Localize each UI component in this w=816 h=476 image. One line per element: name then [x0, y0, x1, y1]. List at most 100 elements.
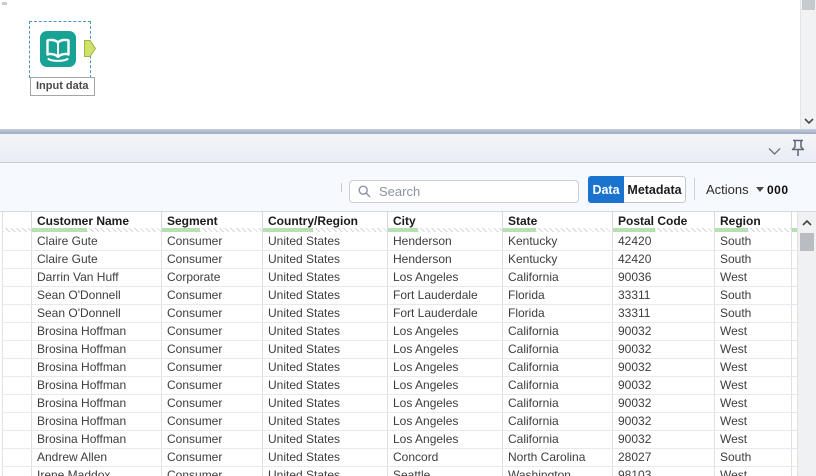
- cell[interactable]: [2, 304, 32, 323]
- cell[interactable]: 90032: [612, 322, 715, 341]
- cell[interactable]: United States: [262, 286, 388, 305]
- cell[interactable]: West: [714, 322, 792, 341]
- cell[interactable]: 90032: [612, 358, 715, 377]
- cell[interactable]: West: [714, 394, 792, 413]
- cell[interactable]: 90036: [612, 268, 715, 287]
- cell[interactable]: California: [502, 394, 613, 413]
- cell[interactable]: Brosina Hoffman: [31, 340, 162, 359]
- collapse-panel-button[interactable]: [768, 143, 782, 155]
- cell[interactable]: [2, 466, 32, 476]
- tool-annotation-label[interactable]: Input data: [30, 77, 95, 96]
- cell[interactable]: Henderson: [387, 250, 503, 269]
- column-header-city[interactable]: City: [387, 212, 503, 232]
- cell[interactable]: California: [502, 430, 613, 449]
- cell[interactable]: Sean O'Donnell: [31, 286, 162, 305]
- cell[interactable]: Fort Lauderdale: [387, 286, 503, 305]
- pin-panel-button[interactable]: [789, 138, 807, 159]
- cell[interactable]: 90032: [612, 394, 715, 413]
- cell[interactable]: United States: [262, 340, 388, 359]
- cell[interactable]: 98103: [612, 466, 715, 476]
- cell[interactable]: United States: [262, 268, 388, 287]
- tab-data[interactable]: Data: [588, 176, 624, 203]
- cell[interactable]: United States: [262, 250, 388, 269]
- cell[interactable]: Consumer: [161, 286, 263, 305]
- cell[interactable]: Consumer: [161, 466, 263, 476]
- cell[interactable]: Los Angeles: [387, 358, 503, 377]
- cell[interactable]: Brosina Hoffman: [31, 376, 162, 395]
- cell[interactable]: [2, 448, 32, 467]
- scrollbar-thumb[interactable]: [800, 233, 814, 251]
- column-header-customer-name[interactable]: Customer Name: [31, 212, 162, 232]
- cell[interactable]: Los Angeles: [387, 340, 503, 359]
- cell[interactable]: United States: [262, 304, 388, 323]
- tab-metadata[interactable]: Metadata: [624, 176, 686, 203]
- column-header-postal-code[interactable]: Postal Code: [612, 212, 715, 232]
- cell[interactable]: United States: [262, 376, 388, 395]
- scroll-down-button[interactable]: [801, 115, 816, 128]
- column-header-region[interactable]: Region: [714, 212, 792, 232]
- cell[interactable]: Brosina Hoffman: [31, 394, 162, 413]
- cell[interactable]: Consumer: [161, 358, 263, 377]
- cell[interactable]: [2, 394, 32, 413]
- cell[interactable]: 90032: [612, 430, 715, 449]
- cell[interactable]: [2, 340, 32, 359]
- cell[interactable]: Consumer: [161, 304, 263, 323]
- cell[interactable]: West: [714, 412, 792, 431]
- table-row[interactable]: Brosina Hoffman Consumer United States Los …: [2, 340, 798, 359]
- cell[interactable]: [2, 322, 32, 341]
- cell[interactable]: Consumer: [161, 394, 263, 413]
- column-header-state[interactable]: State: [502, 212, 613, 232]
- cell[interactable]: United States: [262, 232, 388, 251]
- cell[interactable]: South: [714, 286, 792, 305]
- cell[interactable]: Consumer: [161, 448, 263, 467]
- cell[interactable]: West: [714, 376, 792, 395]
- cell[interactable]: [2, 232, 32, 251]
- cell[interactable]: United States: [262, 412, 388, 431]
- cell[interactable]: California: [502, 340, 613, 359]
- cell[interactable]: California: [502, 376, 613, 395]
- cell[interactable]: Irene Maddox: [31, 466, 162, 476]
- cell[interactable]: Corporate: [161, 268, 263, 287]
- cell-viewer-toggle[interactable]: 000: [767, 176, 789, 203]
- table-row[interactable]: Sean O'Donnell Consumer United States Fort …: [2, 304, 798, 323]
- table-row[interactable]: Brosina Hoffman Consumer United States Los …: [2, 430, 798, 449]
- cell[interactable]: United States: [262, 322, 388, 341]
- cell[interactable]: Fort Lauderdale: [387, 304, 503, 323]
- cell[interactable]: Brosina Hoffman: [31, 322, 162, 341]
- canvas-vertical-scrollbar[interactable]: [800, 0, 816, 129]
- cell[interactable]: West: [714, 358, 792, 377]
- cell[interactable]: Consumer: [161, 340, 263, 359]
- cell[interactable]: Kentucky: [502, 250, 613, 269]
- cell[interactable]: California: [502, 412, 613, 431]
- table-row[interactable]: Darrin Van Huff Corporate United States Los…: [2, 268, 798, 287]
- cell[interactable]: Consumer: [161, 376, 263, 395]
- cell[interactable]: Claire Gute: [31, 250, 162, 269]
- cell[interactable]: 90032: [612, 412, 715, 431]
- cell[interactable]: Florida: [502, 304, 613, 323]
- cell[interactable]: Kentucky: [502, 232, 613, 251]
- cell[interactable]: United States: [262, 448, 388, 467]
- cell[interactable]: South: [714, 304, 792, 323]
- table-row[interactable]: Irene Maddox Consumer United States Seattle…: [2, 466, 798, 476]
- table-row[interactable]: Andrew Allen Consumer United States Concord…: [2, 448, 798, 467]
- cell[interactable]: West: [714, 466, 792, 476]
- grid-vertical-scrollbar[interactable]: [797, 212, 816, 476]
- cell[interactable]: Los Angeles: [387, 412, 503, 431]
- cell[interactable]: [2, 358, 32, 377]
- cell[interactable]: Brosina Hoffman: [31, 430, 162, 449]
- cell[interactable]: Brosina Hoffman: [31, 412, 162, 431]
- input-data-tool[interactable]: [40, 31, 76, 67]
- table-row[interactable]: Brosina Hoffman Consumer United States Los …: [2, 412, 798, 431]
- cell[interactable]: West: [714, 268, 792, 287]
- cell[interactable]: Los Angeles: [387, 394, 503, 413]
- cell[interactable]: South: [714, 232, 792, 251]
- cell[interactable]: 90032: [612, 340, 715, 359]
- workflow-canvas[interactable]: Input data: [0, 0, 816, 129]
- cell[interactable]: Seattle: [387, 466, 503, 476]
- cell[interactable]: Consumer: [161, 412, 263, 431]
- cell[interactable]: Consumer: [161, 232, 263, 251]
- cell[interactable]: Los Angeles: [387, 268, 503, 287]
- column-header-segment[interactable]: Segment: [161, 212, 263, 232]
- cell[interactable]: Los Angeles: [387, 376, 503, 395]
- table-row[interactable]: Sean O'Donnell Consumer United States Fort …: [2, 286, 798, 305]
